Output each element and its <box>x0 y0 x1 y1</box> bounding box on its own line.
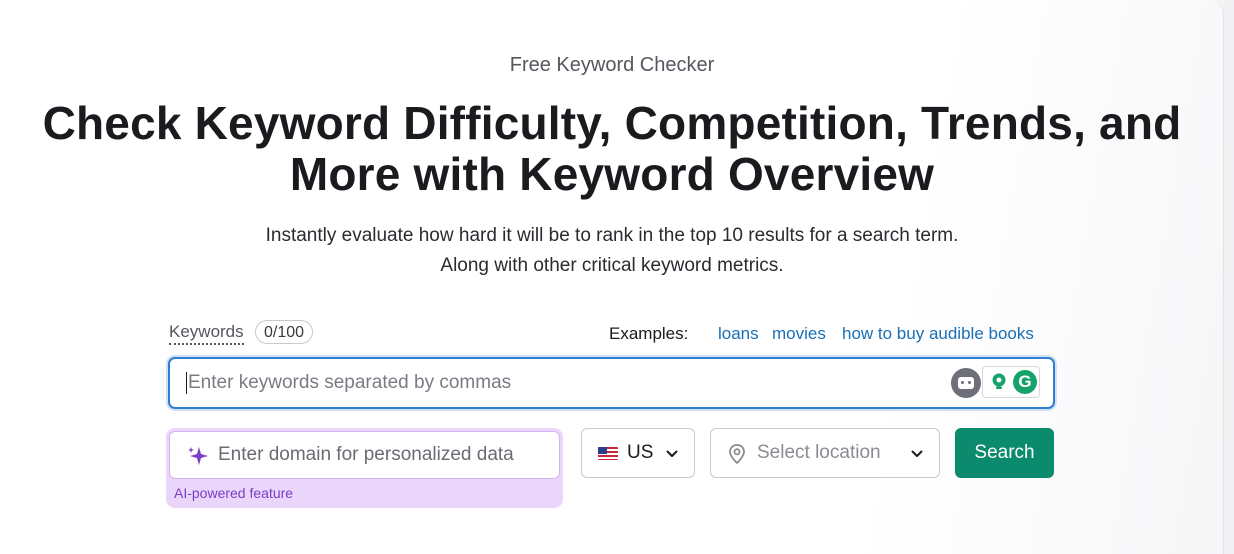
location-select[interactable]: Select location <box>710 428 940 478</box>
search-button[interactable]: Search <box>955 428 1054 478</box>
chevron-down-icon <box>666 450 678 457</box>
country-select[interactable]: US <box>581 428 695 478</box>
keyword-checker-card: Free Keyword Checker Check Keyword Diffi… <box>0 0 1224 554</box>
chevron-down-icon <box>911 450 923 457</box>
extension-icons-group: G <box>982 366 1040 398</box>
ai-domain-panel: AI-powered feature <box>166 428 563 508</box>
ai-feature-note: AI-powered feature <box>174 485 294 501</box>
keywords-input[interactable] <box>184 359 952 407</box>
page-subtitle: Instantly evaluate how hard it will be t… <box>265 225 959 276</box>
us-flag-icon <box>598 447 618 460</box>
domain-input-container <box>169 431 562 479</box>
robot-extension-icon[interactable] <box>951 368 981 398</box>
keywords-input-container: G <box>168 357 1055 409</box>
page-title: Check Keyword Difficulty, Competition, T… <box>42 97 1182 200</box>
example-link-audible[interactable]: how to buy audible books <box>842 324 1034 344</box>
page-edge <box>1224 0 1234 554</box>
examples-label: Examples: <box>609 324 689 343</box>
text-cursor <box>186 372 187 394</box>
location-pin-icon <box>729 444 745 465</box>
lightbulb-icon[interactable] <box>988 371 1010 393</box>
domain-input[interactable] <box>214 432 562 478</box>
keywords-label[interactable]: Keywords <box>169 322 244 345</box>
example-link-movies[interactable]: movies <box>772 324 826 344</box>
country-code: US <box>627 442 654 463</box>
example-link-loans[interactable]: loans <box>718 324 759 344</box>
location-placeholder: Select location <box>757 442 881 463</box>
grammarly-icon[interactable]: G <box>1013 370 1037 394</box>
keywords-count-badge: 0/100 <box>255 320 314 344</box>
page-kicker: Free Keyword Checker <box>509 54 715 76</box>
sparkle-icon <box>188 447 208 465</box>
